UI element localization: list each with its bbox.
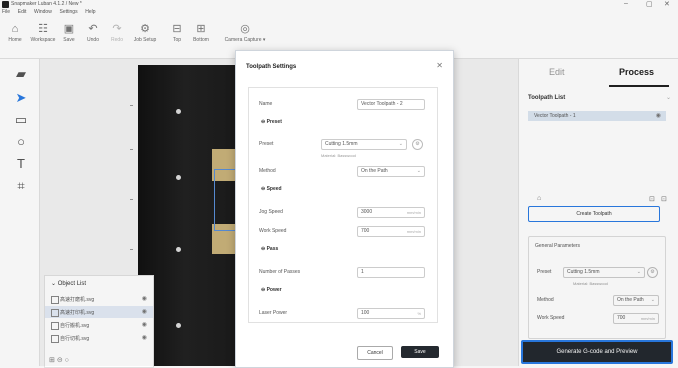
name-input[interactable]: Vector Toolpath - 2 <box>357 99 425 110</box>
work-speed-input[interactable]: 700 mm/min <box>357 226 425 237</box>
jog-speed-label: Jog Speed <box>259 209 283 215</box>
chevron-down-icon: ⌄ <box>398 141 403 147</box>
power-group[interactable]: ⊖ Power <box>261 287 282 293</box>
method-select[interactable]: On the Path ⌄ <box>357 166 425 177</box>
speed-group[interactable]: ⊖ Speed <box>261 186 282 192</box>
chevron-down-icon: ⌄ <box>416 168 421 174</box>
save-dialog-button[interactable]: Save <box>401 346 439 358</box>
method-label: Method <box>259 168 276 174</box>
pass-group[interactable]: ⊖ Pass <box>261 246 278 252</box>
close-icon[interactable]: ✕ <box>436 61 443 70</box>
laser-power-input[interactable]: 100 % <box>357 308 425 319</box>
passes-input[interactable]: 1 <box>357 267 425 278</box>
cancel-button[interactable]: Cancel <box>357 346 393 360</box>
passes-label: Number of Passes <box>259 269 301 275</box>
name-label: Name <box>259 101 273 107</box>
toolpath-settings-dialog: Toolpath Settings ✕ Name Vector Toolpath… <box>235 50 454 368</box>
dialog-title: Toolpath Settings <box>246 64 297 70</box>
work-speed-label: Work Speed <box>259 228 287 234</box>
material-hint: Material: Basswood <box>321 153 356 158</box>
settings-icon[interactable]: ⚙ <box>412 139 423 150</box>
preset-label: Preset <box>259 141 274 147</box>
preset-select[interactable]: Cutting 1.5mm ⌄ <box>321 139 407 150</box>
dialog-body: Name Vector Toolpath - 2 ⊖ Preset Preset… <box>248 87 438 323</box>
laser-power-label: Laser Power <box>259 310 288 316</box>
jog-speed-input[interactable]: 3000 mm/min <box>357 207 425 218</box>
preset-group[interactable]: ⊖ Preset <box>261 119 282 125</box>
